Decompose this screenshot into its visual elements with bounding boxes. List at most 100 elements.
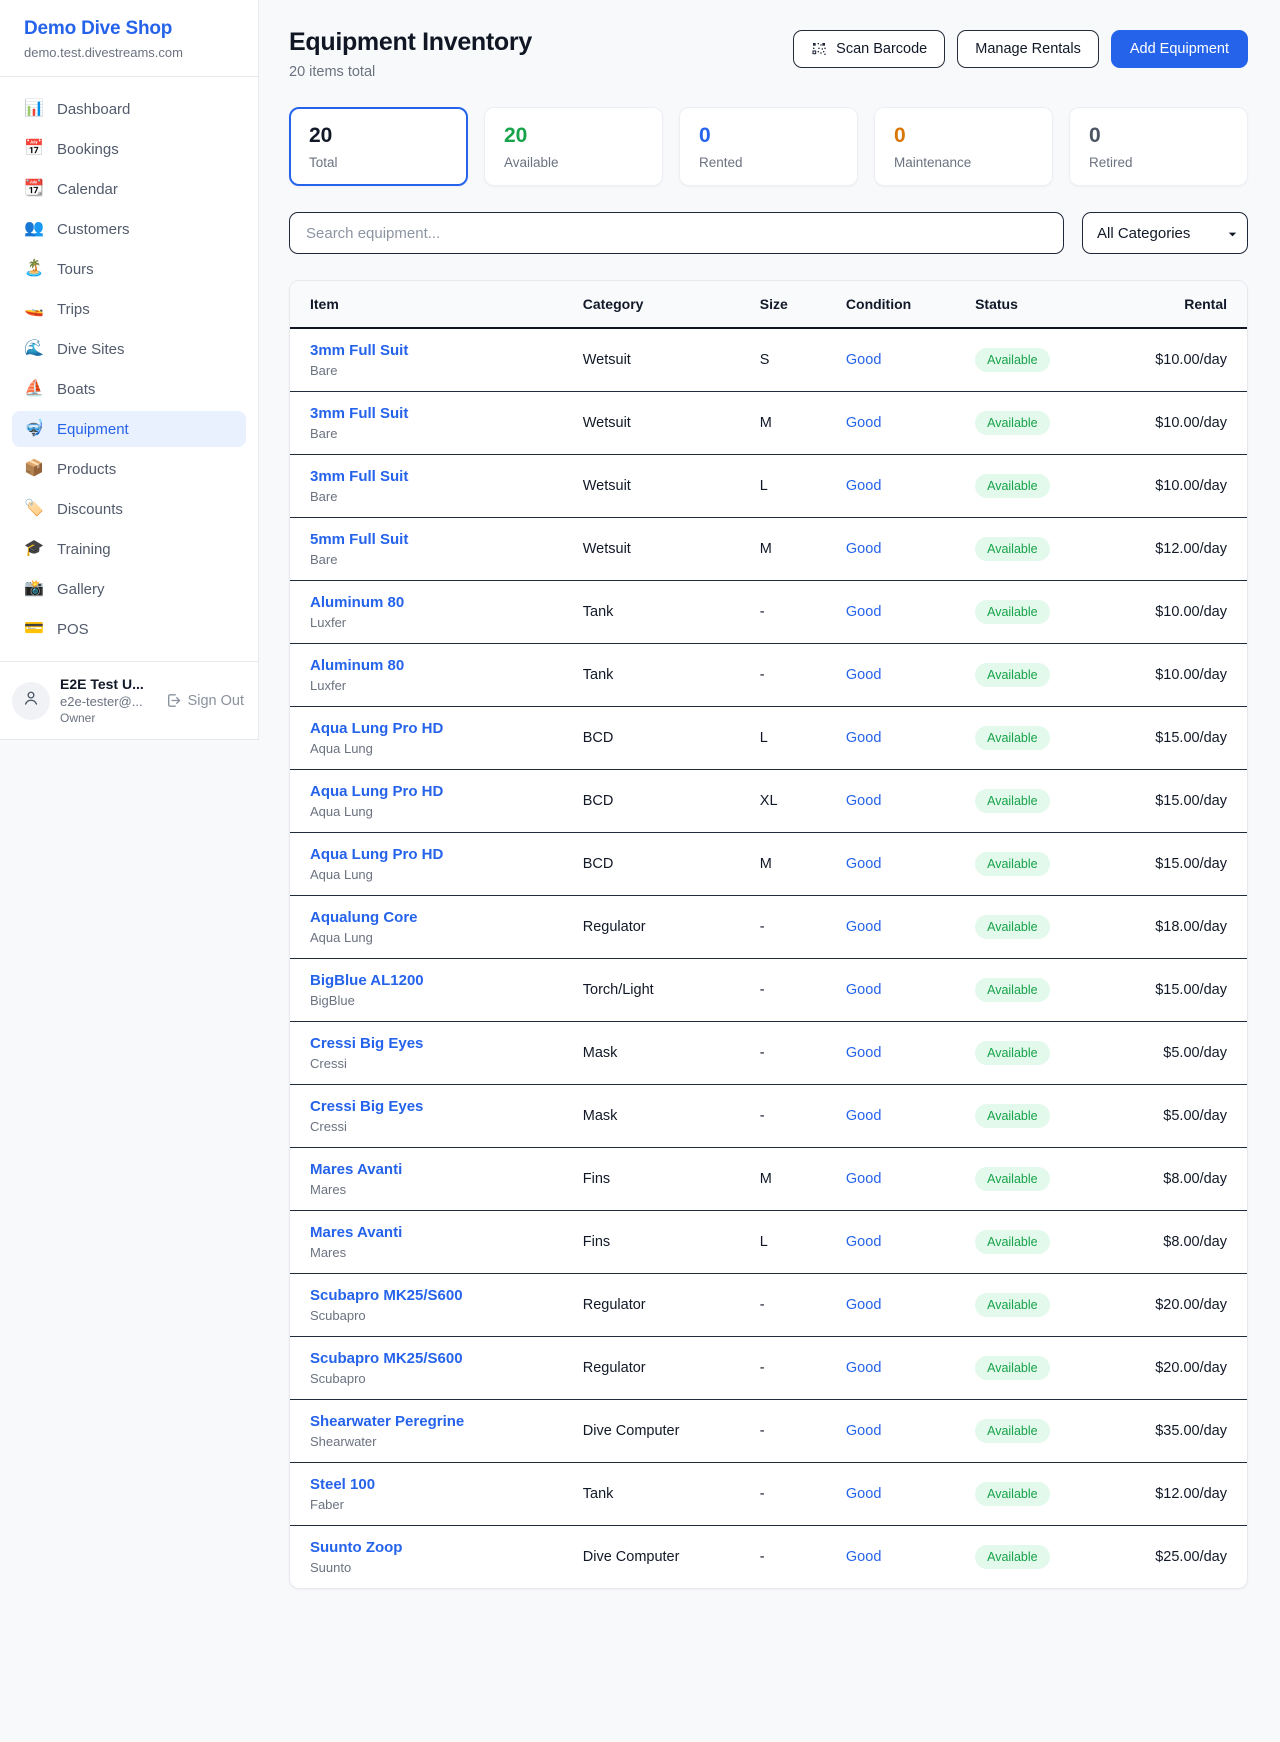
sidebar-item-label: Training bbox=[57, 541, 111, 558]
condition-link[interactable]: Good bbox=[846, 352, 881, 368]
condition-link[interactable]: Good bbox=[846, 730, 881, 746]
item-name-link[interactable]: 3mm Full Suit bbox=[310, 342, 408, 359]
stat-card-rented[interactable]: 0Rented bbox=[679, 107, 858, 186]
sidebar-item-calendar[interactable]: 📆Calendar bbox=[12, 171, 246, 207]
sidebar-item-dive-sites[interactable]: 🌊Dive Sites bbox=[12, 331, 246, 367]
table-row: Cressi Big EyesCressiMask-GoodAvailable$… bbox=[290, 1085, 1247, 1148]
condition-link[interactable]: Good bbox=[846, 1486, 881, 1502]
item-brand: Scubapro bbox=[310, 1371, 543, 1386]
sidebar-item-tours[interactable]: 🏝️Tours bbox=[12, 251, 246, 287]
item-name-link[interactable]: Aqua Lung Pro HD bbox=[310, 783, 443, 800]
cell-condition: Good bbox=[826, 1337, 955, 1400]
item-name-link[interactable]: Cressi Big Eyes bbox=[310, 1035, 423, 1052]
item-name-link[interactable]: Mares Avanti bbox=[310, 1224, 402, 1241]
brand-name[interactable]: Demo Dive Shop bbox=[24, 18, 234, 40]
cell-condition: Good bbox=[826, 1211, 955, 1274]
item-brand: Bare bbox=[310, 552, 543, 567]
item-name-link[interactable]: Aqua Lung Pro HD bbox=[310, 720, 443, 737]
item-name-link[interactable]: Aluminum 80 bbox=[310, 594, 404, 611]
cell-category: Fins bbox=[563, 1211, 740, 1274]
condition-link[interactable]: Good bbox=[846, 541, 881, 557]
cell-size: M bbox=[740, 392, 826, 455]
cell-status: Available bbox=[955, 644, 1108, 707]
sidebar-item-dashboard[interactable]: 📊Dashboard bbox=[12, 91, 246, 127]
sidebar-item-label: Trips bbox=[57, 301, 90, 318]
item-name-link[interactable]: 5mm Full Suit bbox=[310, 531, 408, 548]
cell-category: Wetsuit bbox=[563, 455, 740, 518]
sidebar-item-pos[interactable]: 💳POS bbox=[12, 611, 246, 647]
sidebar-item-products[interactable]: 📦Products bbox=[12, 451, 246, 487]
condition-link[interactable]: Good bbox=[846, 1171, 881, 1187]
condition-link[interactable]: Good bbox=[846, 856, 881, 872]
item-name-link[interactable]: Aqualung Core bbox=[310, 909, 418, 926]
stat-card-available[interactable]: 20Available bbox=[484, 107, 663, 186]
item-name-link[interactable]: Scubapro MK25/S600 bbox=[310, 1350, 463, 1367]
stat-card-retired[interactable]: 0Retired bbox=[1069, 107, 1248, 186]
cell-condition: Good bbox=[826, 1022, 955, 1085]
item-name-link[interactable]: Suunto Zoop bbox=[310, 1539, 402, 1556]
sidebar-item-bookings[interactable]: 📅Bookings bbox=[12, 131, 246, 167]
condition-link[interactable]: Good bbox=[846, 415, 881, 431]
item-name-link[interactable]: Shearwater Peregrine bbox=[310, 1413, 464, 1430]
sidebar-item-trips[interactable]: 🚤Trips bbox=[12, 291, 246, 327]
item-name-link[interactable]: BigBlue AL1200 bbox=[310, 972, 424, 989]
cell-category: BCD bbox=[563, 833, 740, 896]
sidebar-item-customers[interactable]: 👥Customers bbox=[12, 211, 246, 247]
item-name-link[interactable]: Aluminum 80 bbox=[310, 657, 404, 674]
condition-link[interactable]: Good bbox=[846, 1297, 881, 1313]
column-header-condition: Condition bbox=[826, 281, 955, 328]
user-box: E2E Test U... e2e-tester@... Owner Sign … bbox=[0, 661, 258, 739]
condition-link[interactable]: Good bbox=[846, 793, 881, 809]
condition-link[interactable]: Good bbox=[846, 982, 881, 998]
condition-link[interactable]: Good bbox=[846, 1423, 881, 1439]
item-brand: Mares bbox=[310, 1182, 543, 1197]
item-name-link[interactable]: Mares Avanti bbox=[310, 1161, 402, 1178]
manage-rentals-button[interactable]: Manage Rentals bbox=[957, 30, 1099, 68]
cell-size: M bbox=[740, 1148, 826, 1211]
item-name-link[interactable]: 3mm Full Suit bbox=[310, 405, 408, 422]
category-select[interactable]: All Categories bbox=[1082, 212, 1248, 254]
bookings-icon: 📅 bbox=[24, 141, 44, 157]
cell-status: Available bbox=[955, 1022, 1108, 1085]
condition-link[interactable]: Good bbox=[846, 919, 881, 935]
sign-out-button[interactable]: Sign Out bbox=[165, 692, 244, 709]
sidebar-item-gallery[interactable]: 📸Gallery bbox=[12, 571, 246, 607]
condition-link[interactable]: Good bbox=[846, 1549, 881, 1565]
item-brand: Cressi bbox=[310, 1119, 543, 1134]
stat-card-maintenance[interactable]: 0Maintenance bbox=[874, 107, 1053, 186]
search-input[interactable] bbox=[289, 212, 1064, 254]
cell-size: L bbox=[740, 455, 826, 518]
cell-item: BigBlue AL1200BigBlue bbox=[290, 959, 563, 1022]
sidebar-item-boats[interactable]: ⛵Boats bbox=[12, 371, 246, 407]
cell-status: Available bbox=[955, 770, 1108, 833]
scan-barcode-button[interactable]: Scan Barcode bbox=[793, 30, 945, 68]
condition-link[interactable]: Good bbox=[846, 1360, 881, 1376]
cell-category: Wetsuit bbox=[563, 328, 740, 392]
stat-label: Available bbox=[504, 155, 643, 170]
table-row: 3mm Full SuitBareWetsuitLGoodAvailable$1… bbox=[290, 455, 1247, 518]
cell-category: Tank bbox=[563, 581, 740, 644]
column-header-item: Item bbox=[290, 281, 563, 328]
sidebar-item-training[interactable]: 🎓Training bbox=[12, 531, 246, 567]
sidebar-item-equipment[interactable]: 🤿Equipment bbox=[12, 411, 246, 447]
cell-size: M bbox=[740, 518, 826, 581]
condition-link[interactable]: Good bbox=[846, 1045, 881, 1061]
item-name-link[interactable]: Scubapro MK25/S600 bbox=[310, 1287, 463, 1304]
item-name-link[interactable]: 3mm Full Suit bbox=[310, 468, 408, 485]
item-name-link[interactable]: Aqua Lung Pro HD bbox=[310, 846, 443, 863]
condition-link[interactable]: Good bbox=[846, 604, 881, 620]
stat-card-total[interactable]: 20Total bbox=[289, 107, 468, 186]
condition-link[interactable]: Good bbox=[846, 1108, 881, 1124]
sidebar-item-discounts[interactable]: 🏷️Discounts bbox=[12, 491, 246, 527]
item-name-link[interactable]: Steel 100 bbox=[310, 1476, 375, 1493]
column-header-size: Size bbox=[740, 281, 826, 328]
table-row: Aluminum 80LuxferTank-GoodAvailable$10.0… bbox=[290, 581, 1247, 644]
condition-link[interactable]: Good bbox=[846, 478, 881, 494]
item-name-link[interactable]: Cressi Big Eyes bbox=[310, 1098, 423, 1115]
cell-condition: Good bbox=[826, 1463, 955, 1526]
table-row: Steel 100FaberTank-GoodAvailable$12.00/d… bbox=[290, 1463, 1247, 1526]
cell-size: - bbox=[740, 896, 826, 959]
condition-link[interactable]: Good bbox=[846, 1234, 881, 1250]
add-equipment-button[interactable]: Add Equipment bbox=[1111, 30, 1248, 68]
condition-link[interactable]: Good bbox=[846, 667, 881, 683]
